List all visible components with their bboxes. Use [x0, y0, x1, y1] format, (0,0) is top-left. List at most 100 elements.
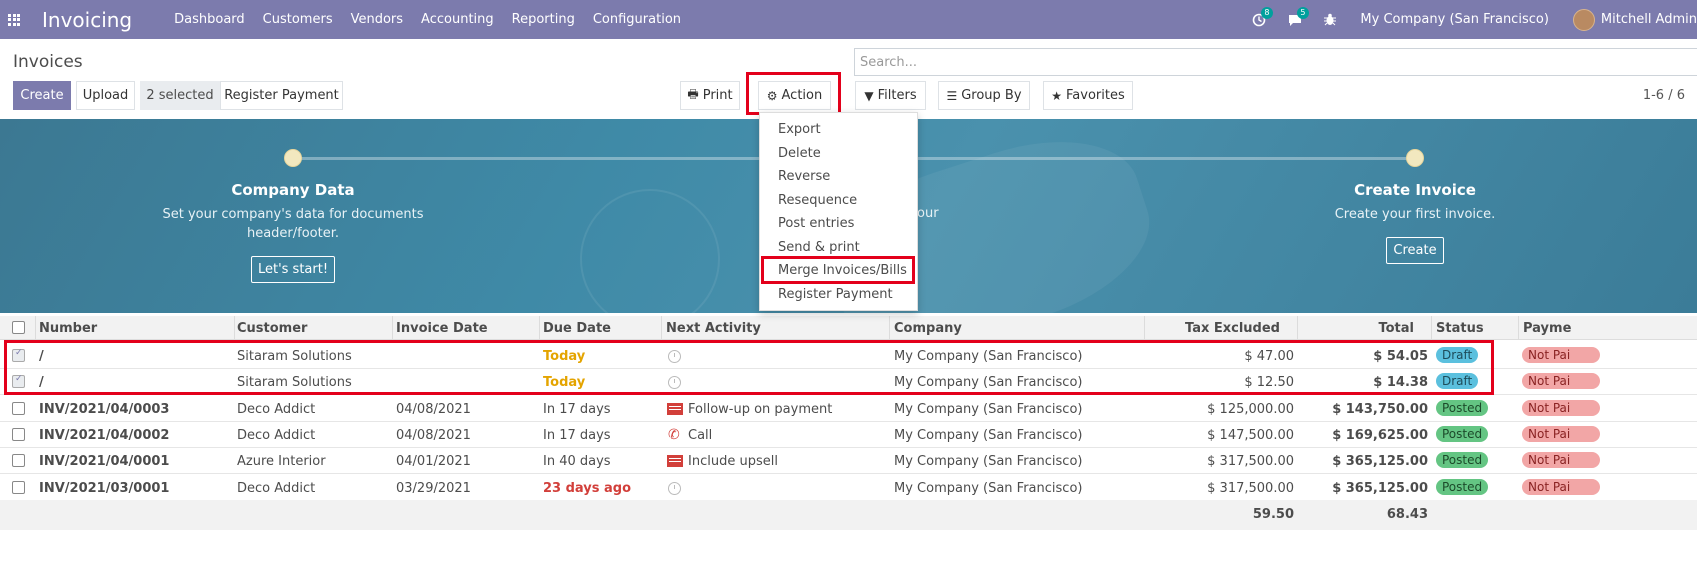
col-due-date[interactable]: Due Date	[543, 321, 611, 336]
step-company-dot	[284, 149, 302, 167]
cell-due-date: In 40 days	[543, 454, 611, 469]
cell-next-activity[interactable]: Follow-up on payment	[688, 402, 832, 417]
row-checkbox[interactable]	[12, 454, 25, 467]
col-company[interactable]: Company	[894, 321, 962, 336]
create-button[interactable]: Create	[13, 81, 71, 110]
payment-badge: Not Pai	[1522, 373, 1601, 389]
debug-bug-icon[interactable]	[1324, 13, 1338, 27]
menu-item-reverse[interactable]: Reverse	[778, 169, 830, 184]
print-button[interactable]: 🖶 Print	[680, 81, 740, 110]
cell-invoice-date: 03/29/2021	[396, 481, 471, 496]
cell-customer: Deco Addict	[237, 402, 316, 417]
row-checkbox[interactable]	[12, 348, 25, 362]
breadcrumb: Invoices	[13, 52, 83, 72]
menu-item-post-entries[interactable]: Post entries	[778, 216, 854, 231]
cell-next-activity[interactable]: Include upsell	[688, 454, 778, 469]
messages-icon[interactable]: 5	[1288, 6, 1309, 27]
menu-accounting[interactable]: Accounting	[421, 12, 494, 27]
banner-decoration-circle	[580, 189, 720, 313]
table-row[interactable]: INV/2021/04/0001 Azure Interior 04/01/20…	[0, 448, 1697, 474]
pager-value[interactable]: 1-6 / 6	[1643, 88, 1685, 103]
row-checkbox[interactable]	[12, 374, 25, 388]
cell-customer: Deco Addict	[237, 481, 316, 496]
activity-clock-icon[interactable]	[668, 482, 681, 495]
row-checkbox[interactable]	[12, 402, 25, 415]
col-invoice-date[interactable]: Invoice Date	[396, 321, 488, 336]
action-button[interactable]: ⚙ Action	[758, 81, 831, 110]
upload-button[interactable]: Upload	[76, 81, 135, 110]
col-number[interactable]: Number	[39, 321, 97, 336]
filters-button[interactable]: ▼ Filters	[855, 81, 926, 110]
activity-clock-icon[interactable]	[668, 376, 681, 389]
email-activity-icon[interactable]	[667, 455, 683, 467]
table-row[interactable]: INV/2021/03/0001 Deco Addict 03/29/2021 …	[0, 475, 1697, 501]
cell-total: $ 54.05	[1373, 349, 1428, 364]
table-row[interactable]: INV/2021/04/0003 Deco Addict 04/08/2021 …	[0, 396, 1697, 422]
step-middle-desc-partial: our	[917, 206, 939, 221]
menu-item-merge-invoices[interactable]: Merge Invoices/Bills	[778, 263, 907, 278]
filter-icon: ▼	[864, 88, 874, 103]
cell-total: $ 169,625.00	[1332, 428, 1428, 443]
register-payment-button[interactable]: Register Payment	[220, 81, 343, 110]
cell-due-date: In 17 days	[543, 428, 611, 443]
step-invoice-title: Create Invoice	[1354, 181, 1476, 199]
step-company-title: Company Data	[231, 181, 355, 199]
email-activity-icon[interactable]	[667, 403, 683, 415]
phone-icon[interactable]: ✆	[668, 427, 680, 443]
menu-item-delete[interactable]: Delete	[778, 146, 821, 161]
cell-company: My Company (San Francisco)	[894, 481, 1083, 496]
col-tax-excluded[interactable]: Tax Excluded	[1185, 321, 1280, 336]
payment-badge: Not Pai	[1522, 479, 1601, 495]
select-all-checkbox[interactable]	[12, 321, 25, 334]
menu-item-register-payment[interactable]: Register Payment	[778, 287, 893, 302]
status-badge: Posted	[1436, 400, 1489, 416]
col-total[interactable]: Total	[1378, 321, 1414, 336]
cell-number: INV/2021/04/0003	[39, 402, 170, 417]
cell-tax-excluded: $ 125,000.00	[1207, 402, 1294, 417]
app-title[interactable]: Invoicing	[42, 8, 132, 32]
cell-company: My Company (San Francisco)	[894, 402, 1083, 417]
cell-company: My Company (San Francisco)	[894, 454, 1083, 469]
col-status[interactable]: Status	[1436, 321, 1484, 336]
activity-clock-icon[interactable]	[668, 350, 681, 363]
table-row[interactable]: INV/2021/04/0002 Deco Addict 04/08/2021 …	[0, 422, 1697, 448]
menu-configuration[interactable]: Configuration	[593, 12, 681, 27]
activity-clock-icon[interactable]: 8	[1252, 6, 1273, 27]
status-badge: Draft	[1436, 373, 1479, 389]
apps-menu-icon[interactable]	[8, 13, 20, 26]
payment-badge: Not Pai	[1522, 426, 1601, 442]
user-menu[interactable]: Mitchell Admin	[1601, 12, 1697, 27]
col-next-activity[interactable]: Next Activity	[666, 321, 761, 336]
lets-start-button[interactable]: Let's start!	[251, 256, 335, 283]
favorites-button[interactable]: ★ Favorites	[1043, 81, 1133, 110]
table-row[interactable]: / Sitaram Solutions Today My Company (Sa…	[0, 369, 1697, 395]
group-by-button[interactable]: ☰ Group By	[938, 81, 1030, 110]
bars-icon: ☰	[946, 88, 958, 103]
cell-invoice-date: 04/08/2021	[396, 402, 471, 417]
user-avatar[interactable]	[1572, 8, 1595, 31]
row-checkbox[interactable]	[12, 428, 25, 441]
cell-number: INV/2021/04/0002	[39, 428, 170, 443]
create-invoice-button[interactable]: Create	[1386, 237, 1444, 264]
cell-tax-excluded: $ 47.00	[1244, 349, 1294, 364]
row-checkbox[interactable]	[12, 481, 25, 494]
menu-vendors[interactable]: Vendors	[351, 12, 403, 27]
col-customer[interactable]: Customer	[237, 321, 307, 336]
cell-next-activity[interactable]: Call	[688, 428, 712, 443]
menu-dashboard[interactable]: Dashboard	[174, 12, 245, 27]
col-payment[interactable]: Payme	[1523, 321, 1571, 336]
cell-invoice-date: 04/08/2021	[396, 428, 471, 443]
menu-customers[interactable]: Customers	[263, 12, 333, 27]
print-icon: 🖶	[687, 87, 699, 101]
menu-item-resequence[interactable]: Resequence	[778, 193, 857, 208]
search-input[interactable]: Search...	[854, 48, 1697, 76]
menu-item-send-print[interactable]: Send & print	[778, 240, 860, 255]
cell-company: My Company (San Francisco)	[894, 428, 1083, 443]
table-row[interactable]: / Sitaram Solutions Today My Company (Sa…	[0, 343, 1697, 369]
cell-customer: Sitaram Solutions	[237, 349, 352, 364]
step-company-desc: Set your company's data for documents he…	[162, 207, 424, 241]
menu-item-export[interactable]: Export	[778, 122, 821, 137]
menu-reporting[interactable]: Reporting	[512, 12, 575, 27]
top-navbar: Invoicing Dashboard Customers Vendors Ac…	[0, 0, 1697, 39]
company-switcher[interactable]: My Company (San Francisco)	[1360, 12, 1548, 27]
